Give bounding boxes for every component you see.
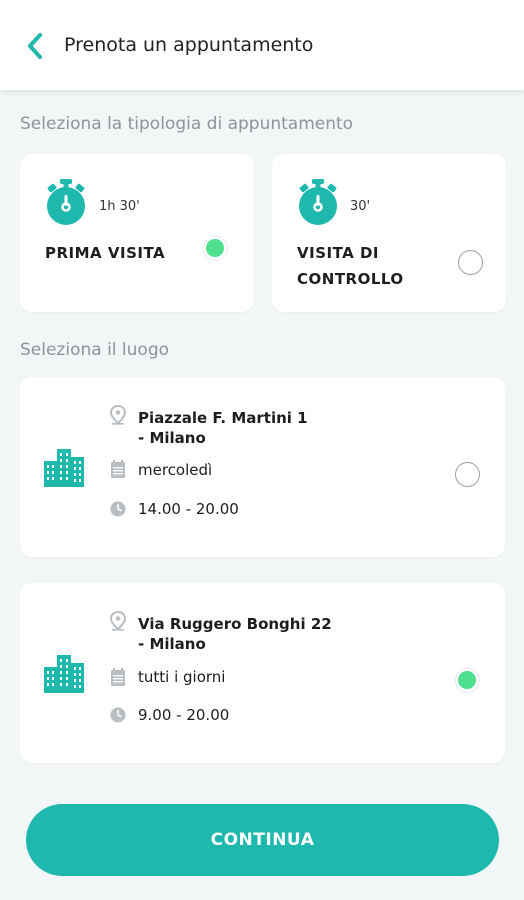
- duration-label: 1h 30': [99, 199, 140, 214]
- page-title: Prenota un appuntamento: [64, 34, 314, 56]
- calendar-icon: [111, 668, 125, 686]
- buildings-icon: [44, 655, 84, 693]
- appointment-type-card-prima-visita[interactable]: 1h 30' PRIMA VISITA: [20, 154, 254, 312]
- duration-label: 30': [350, 199, 371, 214]
- place-section-label: Seleziona il luogo: [20, 340, 170, 360]
- back-button[interactable]: [18, 29, 52, 63]
- place-address: Via Ruggero Bonghi 22 - Milano: [138, 614, 332, 654]
- continue-button[interactable]: CONTINUA: [26, 804, 499, 876]
- address-line1: Via Ruggero Bonghi 22: [138, 615, 332, 633]
- appointment-type-label-line2: CONTROLLO: [297, 270, 404, 288]
- place-days: tutti i giorni: [138, 668, 226, 686]
- clock-icon: [110, 501, 126, 517]
- buildings-icon: [44, 449, 84, 487]
- appointment-type-label: VISITA DI CONTROLLO: [297, 240, 404, 292]
- place-card-via-bonghi[interactable]: Via Ruggero Bonghi 22 - Milano tutti i g…: [20, 583, 505, 763]
- place-days: mercoledì: [138, 461, 213, 479]
- appointment-type-label: PRIMA VISITA: [45, 244, 166, 262]
- place-hours: 9.00 - 20.00: [138, 706, 230, 724]
- address-line2: - Milano: [138, 429, 206, 447]
- stopwatch-icon: [47, 179, 85, 225]
- address-line1: Piazzale F. Martini 1: [138, 409, 308, 427]
- radio-button[interactable]: [455, 462, 480, 487]
- radio-button-selected[interactable]: [455, 668, 480, 693]
- radio-button[interactable]: [458, 250, 483, 275]
- place-address: Piazzale F. Martini 1 - Milano: [138, 408, 308, 448]
- appointment-type-card-visita-di-controllo[interactable]: 30' VISITA DI CONTROLLO: [272, 154, 506, 312]
- calendar-icon: [111, 460, 125, 478]
- radio-button-selected[interactable]: [203, 236, 228, 261]
- stopwatch-icon: [299, 179, 337, 225]
- chevron-left-icon: [28, 33, 42, 59]
- location-pin-icon: [109, 611, 127, 631]
- app-header: Prenota un appuntamento: [0, 0, 524, 90]
- location-pin-icon: [109, 405, 127, 425]
- place-hours: 14.00 - 20.00: [138, 500, 239, 518]
- address-line2: - Milano: [138, 635, 206, 653]
- place-card-piazzale-martini[interactable]: Piazzale F. Martini 1 - Milano mercoledì…: [20, 377, 505, 557]
- appointment-type-section-label: Seleziona la tipologia di appuntamento: [20, 114, 354, 134]
- clock-icon: [110, 707, 126, 723]
- appointment-type-label-line1: VISITA DI: [297, 244, 380, 262]
